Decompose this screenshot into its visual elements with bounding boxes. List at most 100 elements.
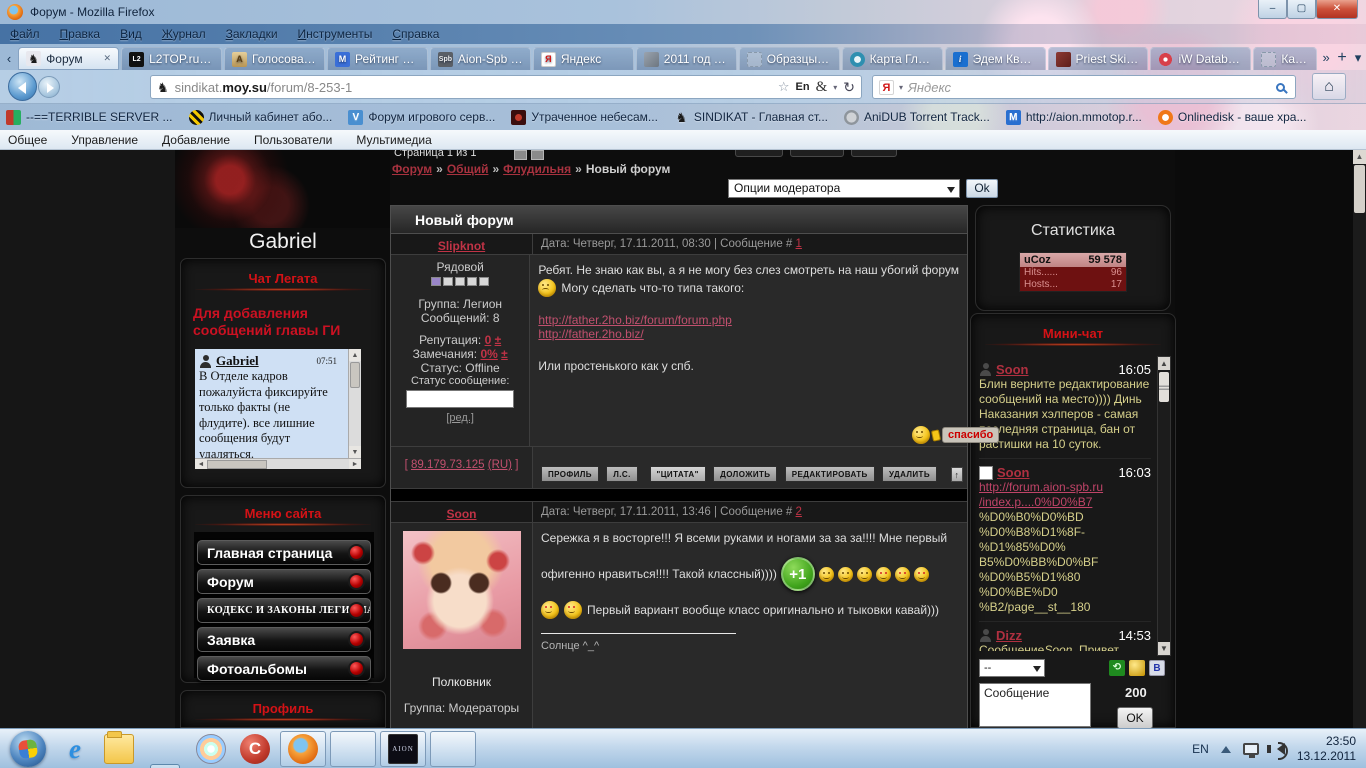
minichat-select[interactable]: -- bbox=[979, 659, 1045, 677]
scroll-down-icon[interactable]: ▼ bbox=[349, 446, 361, 458]
user-account-icon[interactable] bbox=[150, 764, 180, 768]
smiley-picker-icon[interactable] bbox=[1129, 660, 1145, 676]
urlbar-dropdown-icon[interactable]: ▾ bbox=[833, 83, 837, 92]
search-box[interactable]: Я ▾ Яндекс bbox=[872, 75, 1296, 99]
menu-file[interactable]: Файл bbox=[10, 27, 40, 41]
tab-priest-skill[interactable]: Priest Skill T... bbox=[1047, 47, 1149, 70]
vertical-scrollbar[interactable]: ▲ ▼ bbox=[348, 349, 361, 458]
scroll-top-button[interactable]: ↑ bbox=[950, 467, 963, 482]
media-disc-icon[interactable] bbox=[196, 734, 226, 764]
tab-scroll-left-icon[interactable]: ‹ bbox=[2, 48, 16, 70]
minichat-author[interactable]: Soon bbox=[996, 362, 1029, 377]
tab-category[interactable]: Категория bbox=[1253, 47, 1318, 70]
admin-menu-add[interactable]: Добавление bbox=[162, 133, 230, 147]
menu-item-home[interactable]: Главная страница bbox=[197, 540, 371, 565]
search-engine-dropdown-icon[interactable]: ▾ bbox=[899, 83, 903, 92]
menu-bookmarks[interactable]: Закладки bbox=[226, 27, 278, 41]
tab-aion-spb[interactable]: Spb Aion-Spb - ... bbox=[429, 47, 531, 70]
menu-item-application[interactable]: Заявка bbox=[197, 627, 371, 652]
minichat-link[interactable]: /index.p....0%D0%B7 bbox=[979, 495, 1151, 510]
menu-tools[interactable]: Инструменты bbox=[298, 27, 373, 41]
scrollbar-thumb[interactable] bbox=[1354, 165, 1365, 213]
thread-action-button[interactable] bbox=[790, 150, 844, 157]
warnings-plusminus-link[interactable]: ± bbox=[501, 347, 508, 361]
ip-country-link[interactable]: (RU) bbox=[488, 459, 512, 471]
scroll-up-icon[interactable]: ▲ bbox=[349, 349, 361, 361]
aion-icon[interactable]: AION bbox=[388, 734, 418, 764]
report-button[interactable]: ДОЛОЖИТЬ bbox=[713, 466, 778, 482]
breadcrumb-forum[interactable]: Форум bbox=[392, 162, 432, 176]
scrollbar-thumb[interactable] bbox=[350, 362, 360, 388]
scrollbar-thumb[interactable] bbox=[207, 460, 267, 469]
scrollbar-thumb[interactable] bbox=[1159, 372, 1169, 402]
minichat-input[interactable]: Сообщение bbox=[979, 683, 1091, 727]
breadcrumb-general[interactable]: Общий bbox=[447, 162, 489, 176]
page-button[interactable] bbox=[514, 150, 527, 160]
author-link-soon[interactable]: Soon bbox=[447, 507, 477, 521]
bookmark-onlinedisk[interactable]: Onlinedisk - ваше хра... bbox=[1157, 109, 1306, 125]
scroll-up-icon[interactable]: ▲ bbox=[1353, 150, 1366, 164]
breadcrumb-fludilnya[interactable]: Флудильня bbox=[503, 162, 571, 176]
tab-close-icon[interactable]: ✕ bbox=[104, 53, 112, 64]
scroll-left-icon[interactable]: ◄ bbox=[195, 459, 207, 469]
tab-iw-database[interactable]: iW Databas... bbox=[1150, 47, 1252, 70]
menu-help[interactable]: Справка bbox=[392, 27, 439, 41]
url-text[interactable]: sindikat.moy.su/forum/8-253-1 bbox=[175, 80, 772, 95]
post-link[interactable]: http://father.2ho.biz/forum/forum.php bbox=[538, 313, 731, 327]
horizontal-scrollbar[interactable]: ◄ ► bbox=[195, 458, 361, 469]
reload-icon[interactable]: ↻ bbox=[843, 79, 855, 96]
bookmark-mmotop[interactable]: Mhttp://aion.mmotop.r... bbox=[1005, 109, 1142, 125]
forward-button[interactable] bbox=[38, 76, 60, 98]
message-number-link[interactable]: 2 bbox=[796, 506, 802, 518]
start-button[interactable] bbox=[10, 731, 46, 767]
extension-amp-icon[interactable]: & bbox=[816, 79, 828, 96]
tab-yandex[interactable]: Я Яндекс bbox=[532, 47, 634, 70]
profile-button[interactable]: ПРОФИЛЬ bbox=[541, 466, 599, 482]
minichat-author[interactable]: Soon bbox=[997, 465, 1030, 480]
firefox-icon[interactable] bbox=[288, 734, 318, 764]
tab-forum[interactable]: ♞ Форум ✕ bbox=[18, 47, 120, 70]
teamspeak-taskbar-button[interactable] bbox=[430, 731, 476, 767]
internet-explorer-icon[interactable]: e bbox=[60, 734, 90, 764]
moderator-options-select[interactable]: Опции модератора bbox=[728, 179, 960, 198]
admin-menu-multimedia[interactable]: Мультимедиа bbox=[356, 133, 431, 147]
minichat-link[interactable]: http://forum.aion-spb.ru bbox=[979, 480, 1151, 495]
post-link[interactable]: http://father.2ho.biz/ bbox=[538, 327, 643, 341]
admin-menu-general[interactable]: Общее bbox=[8, 133, 47, 147]
menu-history[interactable]: Журнал bbox=[162, 27, 206, 41]
reputation-plusminus-link[interactable]: ± bbox=[495, 333, 502, 347]
admin-menu-management[interactable]: Управление bbox=[71, 133, 138, 147]
scroll-up-icon[interactable]: ▲ bbox=[1158, 357, 1170, 370]
minichat-scrollbar[interactable]: ▲ ▼ bbox=[1157, 356, 1171, 656]
status-message-input[interactable] bbox=[406, 390, 515, 408]
game-taskbar-button[interactable] bbox=[330, 731, 376, 767]
thread-action-button[interactable] bbox=[851, 150, 897, 157]
quote-button[interactable]: "ЦИТАТА" bbox=[649, 466, 706, 482]
page-scrollbar[interactable]: ▲ bbox=[1353, 150, 1366, 728]
pm-button[interactable]: Л.С. bbox=[606, 466, 638, 482]
scroll-down-icon[interactable]: ▼ bbox=[1158, 642, 1170, 655]
hidden-icons-arrow[interactable] bbox=[1220, 741, 1231, 753]
bookmark-lost-heaven[interactable]: Утраченное небесам... bbox=[511, 109, 658, 125]
menu-item-photoalbums[interactable]: Фотоальбомы bbox=[197, 656, 371, 681]
close-button[interactable]: ✕ bbox=[1316, 0, 1358, 19]
edit-status-link[interactable]: [ред.] bbox=[446, 412, 474, 424]
clock[interactable]: 23:50 13.12.2011 bbox=[1297, 734, 1356, 764]
volume-icon[interactable] bbox=[1266, 742, 1288, 760]
bookmark-star-icon[interactable]: ☆ bbox=[778, 79, 790, 95]
page-button[interactable] bbox=[531, 150, 544, 160]
minichat-ok-button[interactable]: OK bbox=[1117, 707, 1153, 728]
tab-voting[interactable]: A Голосован... bbox=[224, 47, 325, 70]
tab-edem-quest[interactable]: i Эдем Квест ... bbox=[944, 47, 1046, 70]
author-link-slipknot[interactable]: Slipknot bbox=[438, 239, 485, 253]
list-all-tabs-icon[interactable]: ▾ bbox=[1350, 48, 1366, 68]
back-button[interactable] bbox=[8, 72, 37, 101]
search-placeholder[interactable]: Яндекс bbox=[908, 80, 1271, 95]
menu-item-codex[interactable]: КОДЕКС И ЗАКОНЫ ЛЕГИОНА bbox=[197, 598, 371, 623]
tab-map[interactable]: Карта Гласт... bbox=[841, 47, 943, 70]
home-button[interactable]: ⌂ bbox=[1312, 73, 1346, 100]
bookmark-beeline[interactable]: Личный кабинет або... bbox=[188, 109, 332, 125]
minichat-author[interactable]: Dizz bbox=[996, 628, 1022, 643]
tab-scroll-right-icon[interactable]: » bbox=[1318, 48, 1334, 68]
thread-action-button[interactable] bbox=[735, 150, 783, 157]
